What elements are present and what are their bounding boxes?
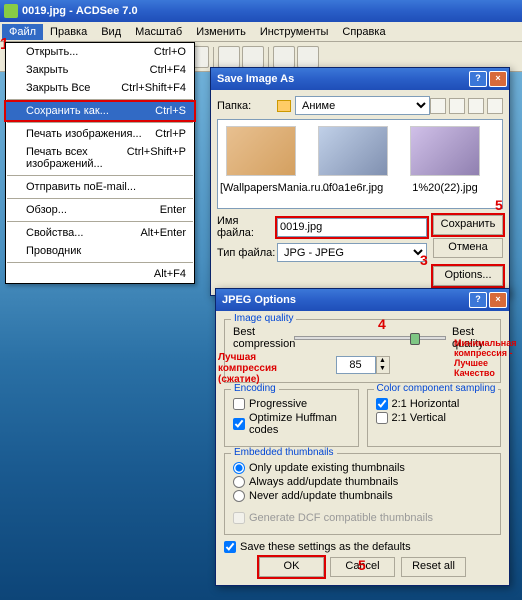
progressive-checkbox[interactable]	[233, 398, 245, 410]
jpeg-options-dialog: JPEG Options ? × Image quality Best comp…	[215, 288, 510, 586]
dcf-checkbox[interactable]	[233, 512, 245, 524]
menu-zoom[interactable]: Масштаб	[128, 24, 189, 40]
app-icon	[4, 4, 18, 18]
tb-11[interactable]	[273, 46, 295, 68]
back-icon[interactable]	[430, 98, 446, 114]
quality-slider[interactable]	[294, 336, 446, 340]
quality-group: Image quality Best compression Best qual…	[224, 319, 501, 383]
title-filename: 0019.jpg	[22, 5, 66, 17]
tb-10[interactable]	[242, 46, 264, 68]
cancel-button[interactable]: Отмена	[433, 238, 503, 258]
mi-open[interactable]: Открыть...Ctrl+O	[6, 43, 194, 61]
thumb-3[interactable]: 1%20(22).jpg	[404, 124, 486, 204]
filetype-label: Тип файла:	[217, 247, 277, 259]
jpeg-cancel-button[interactable]: Cancel	[330, 557, 395, 577]
menu-modify[interactable]: Изменить	[189, 24, 253, 40]
folder-label: Папка:	[217, 100, 277, 112]
mi-explorer[interactable]: Проводник	[6, 242, 194, 260]
options-button[interactable]: Options...	[433, 266, 503, 286]
best-qual-label: Best quality	[452, 326, 492, 350]
filename-label: Имя файла:	[217, 215, 277, 239]
menu-edit[interactable]: Правка	[43, 24, 94, 40]
emb-only-radio[interactable]	[233, 462, 245, 474]
filename-input[interactable]	[277, 218, 427, 237]
thumb-1[interactable]: [WallpapersMania.ru...	[220, 124, 302, 204]
save-dialog-title: Save Image As ? ×	[211, 68, 509, 90]
quality-value[interactable]	[336, 356, 376, 374]
mi-print-all[interactable]: Печать всех изображений...Ctrl+Shift+P	[6, 143, 194, 173]
save-defaults-checkbox[interactable]	[224, 541, 236, 553]
menu-file[interactable]: Файл	[2, 24, 43, 40]
menu-tools[interactable]: Инструменты	[253, 24, 336, 40]
title-app: ACDSee 7.0	[76, 5, 138, 17]
horiz-checkbox[interactable]	[376, 398, 388, 410]
up-icon[interactable]	[449, 98, 465, 114]
vert-checkbox[interactable]	[376, 412, 388, 424]
mi-props[interactable]: Свойства...Alt+Enter	[6, 224, 194, 242]
mi-save-as[interactable]: Сохранить как...Ctrl+S	[6, 102, 194, 120]
color-group: Color component sampling 2:1 Horizontal …	[367, 389, 502, 447]
save-dialog: Save Image As ? × Папка: Аниме [Wallpape…	[210, 67, 510, 296]
encoding-group: Encoding Progressive Optimize Huffman co…	[224, 389, 359, 447]
save-button[interactable]: Сохранить	[433, 215, 503, 235]
menu-help[interactable]: Справка	[335, 24, 392, 40]
mi-browse[interactable]: Обзор...Enter	[6, 201, 194, 219]
jpeg-title: JPEG Options ? ×	[216, 289, 509, 311]
help-button[interactable]: ?	[469, 71, 487, 87]
best-comp-label: Best compression	[233, 326, 288, 350]
jpeg-close-button[interactable]: ×	[489, 292, 507, 308]
mi-email[interactable]: Отправить поE-mail...	[6, 178, 194, 196]
folder-select[interactable]: Аниме	[295, 96, 430, 115]
mi-exit[interactable]: Alt+F4	[6, 265, 194, 283]
mi-close[interactable]: ЗакрытьCtrl+F4	[6, 61, 194, 79]
embed-group: Embedded thumbnails Only update existing…	[224, 453, 501, 535]
emb-always-radio[interactable]	[233, 476, 245, 488]
views-icon[interactable]	[487, 98, 503, 114]
menu-view[interactable]: Вид	[94, 24, 128, 40]
spin-up-icon[interactable]: ▲▼	[376, 356, 390, 374]
tb-9[interactable]	[218, 46, 240, 68]
close-button[interactable]: ×	[489, 71, 507, 87]
file-menu-dropdown: Открыть...Ctrl+O ЗакрытьCtrl+F4 Закрыть …	[5, 42, 195, 284]
thumbnails-area[interactable]: [WallpapersMania.ru... 0f0a1e6r.jpg 1%20…	[217, 119, 503, 209]
emb-never-radio[interactable]	[233, 490, 245, 502]
mi-print[interactable]: Печать изображения...Ctrl+P	[6, 125, 194, 143]
jpeg-help-button[interactable]: ?	[469, 292, 487, 308]
mi-close-all[interactable]: Закрыть ВсеCtrl+Shift+F4	[6, 79, 194, 97]
tb-12[interactable]	[297, 46, 319, 68]
folder-icon	[277, 100, 291, 112]
titlebar: 0019.jpg - ACDSee 7.0	[0, 0, 522, 22]
huffman-checkbox[interactable]	[233, 418, 245, 430]
ok-button[interactable]: OK	[259, 557, 324, 577]
menubar: Файл Правка Вид Масштаб Изменить Инструм…	[0, 22, 522, 42]
filetype-select[interactable]: JPG - JPEG	[277, 243, 427, 262]
reset-button[interactable]: Reset all	[401, 557, 466, 577]
thumb-2[interactable]: 0f0a1e6r.jpg	[312, 124, 394, 204]
newfolder-icon[interactable]	[468, 98, 484, 114]
